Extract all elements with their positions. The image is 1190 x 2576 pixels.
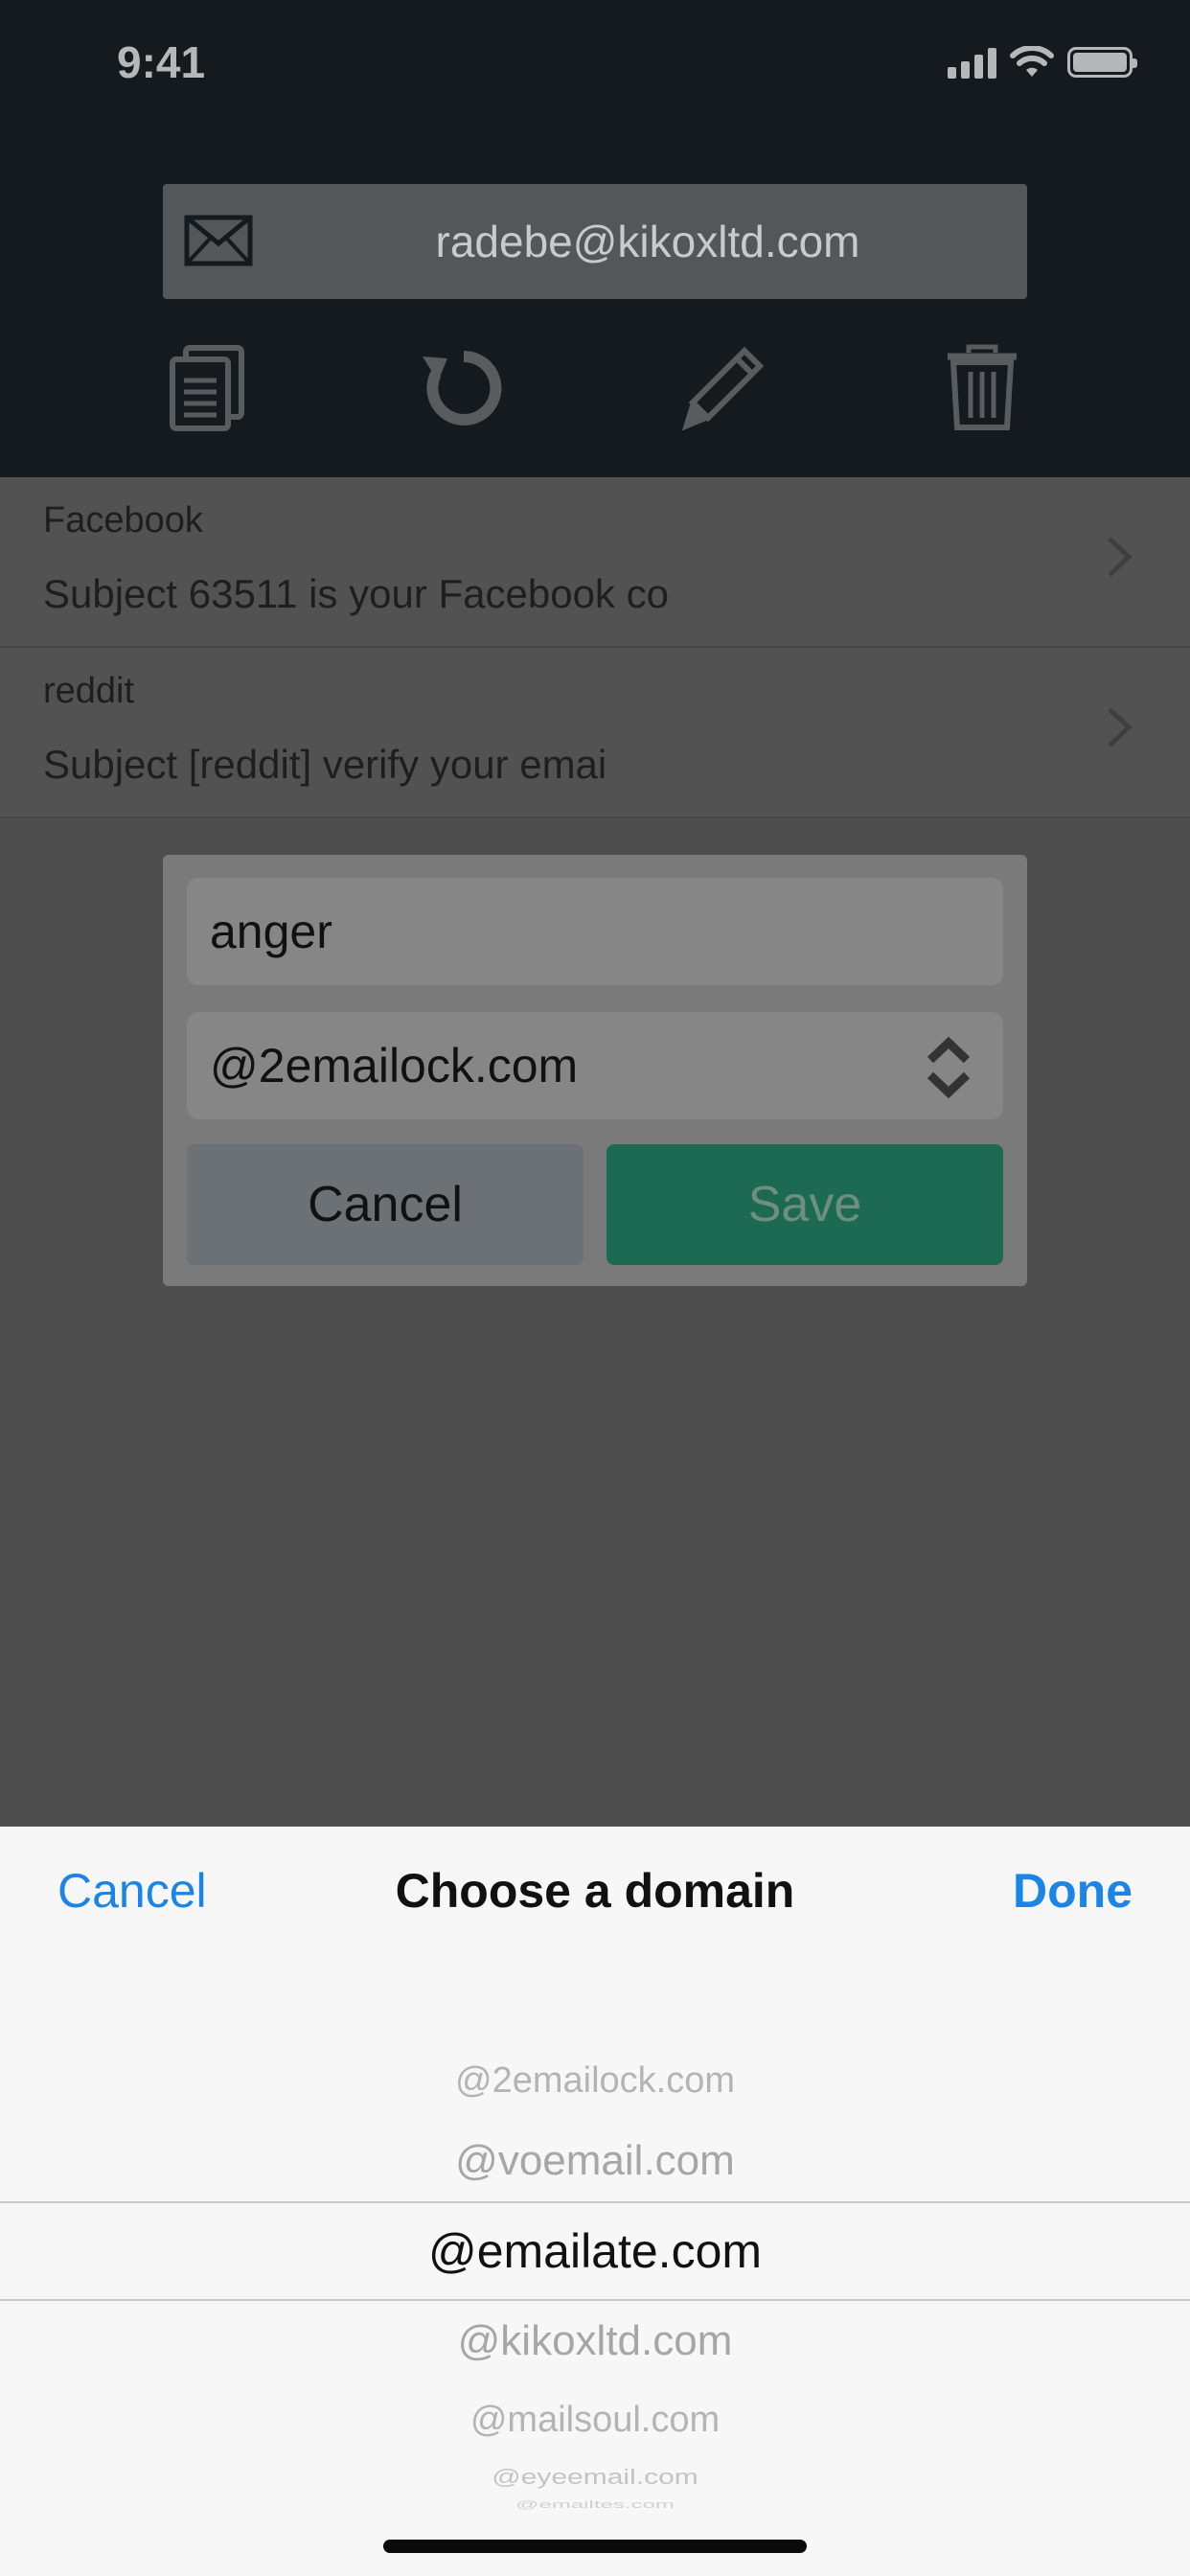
picker-toolbar: Cancel Choose a domain Done: [0, 1827, 1190, 1951]
battery-icon: [1067, 47, 1137, 78]
picker-option[interactable]: @emailtes.com: [0, 2499, 1190, 2512]
home-indicator: [383, 2540, 807, 2553]
picker-option[interactable]: @mailsoul.com: [0, 2400, 1190, 2441]
message-row[interactable]: Facebook Subject 63511 is your Facebook …: [0, 477, 1190, 648]
refresh-button[interactable]: [416, 340, 512, 436]
new-address-dialog: anger @2emailock.com Cancel Save: [163, 855, 1027, 1286]
copy-icon: [170, 345, 244, 431]
current-email-address: radebe@kikoxltd.com: [435, 217, 860, 266]
picker-done-button[interactable]: Done: [1013, 1863, 1133, 1919]
dialog-save-button[interactable]: Save: [606, 1144, 1003, 1265]
message-subject: Subject [reddit] verify your emai: [43, 742, 607, 787]
status-icons: [948, 46, 1137, 79]
picker-option[interactable]: @voemail.com: [0, 2137, 1190, 2185]
message-subject: Subject 63511 is your Facebook co: [43, 571, 669, 616]
domain-select-value: @2emailock.com: [210, 1039, 579, 1092]
chevron-right-icon: [1108, 537, 1133, 577]
message-row[interactable]: reddit Subject [reddit] verify your emai: [0, 648, 1190, 818]
message-sender: Facebook: [43, 500, 203, 540]
message-list: Facebook Subject 63511 is your Facebook …: [0, 477, 1190, 818]
app-header: 9:41 radebe@kikoxltd.com: [0, 0, 1190, 477]
edit-icon: [681, 346, 765, 431]
domain-select[interactable]: @2emailock.com: [187, 1012, 1003, 1119]
status-time: 9:41: [117, 37, 206, 87]
picker-option[interactable]: @kikoxltd.com: [0, 2317, 1190, 2365]
signal-icon: [948, 46, 996, 79]
picker-option[interactable]: @eyeemail.com: [0, 2465, 1190, 2490]
chevron-right-icon: [1108, 707, 1133, 748]
username-input[interactable]: anger: [187, 878, 1003, 985]
mail-icon: [184, 215, 253, 266]
current-email-box[interactable]: radebe@kikoxltd.com: [163, 184, 1027, 299]
delete-button[interactable]: [934, 340, 1030, 436]
copy-button[interactable]: [159, 340, 255, 436]
picker-option[interactable]: @2emailock.com: [0, 2060, 1190, 2102]
toolbar: [0, 340, 1190, 436]
edit-button[interactable]: [675, 340, 770, 436]
dialog-cancel-button[interactable]: Cancel: [187, 1144, 584, 1265]
wifi-icon: [1010, 46, 1054, 77]
chevron-updown-icon: [927, 1036, 971, 1099]
message-sender: reddit: [43, 671, 135, 711]
picker-title: Choose a domain: [395, 1864, 795, 1918]
picker-option-selected[interactable]: @emailate.com: [0, 2223, 1190, 2279]
trash-icon: [948, 344, 1017, 430]
refresh-icon: [423, 350, 502, 426]
